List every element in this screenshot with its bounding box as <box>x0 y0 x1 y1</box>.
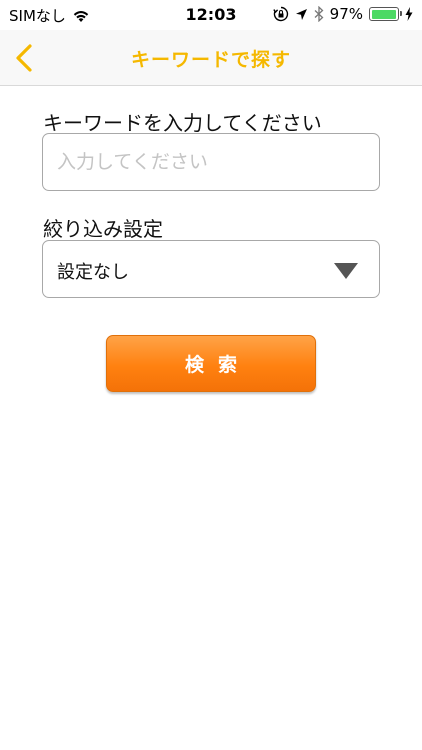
battery-percent: 97% <box>329 5 363 23</box>
search-button-label: 検索 <box>184 354 251 376</box>
keyword-input[interactable] <box>42 133 380 191</box>
charging-icon <box>405 7 413 21</box>
location-icon <box>295 8 308 21</box>
page-title: キーワードで探す <box>130 49 291 71</box>
nav-bar: キーワードで探す <box>0 30 422 86</box>
triangle-down-icon <box>333 262 359 280</box>
battery-level-fill <box>371 9 396 19</box>
keyword-label: キーワードを入力してください <box>43 111 322 135</box>
search-button[interactable]: 検索 <box>106 335 316 392</box>
bluetooth-icon <box>314 6 324 22</box>
filter-select[interactable]: 設定なし <box>42 240 380 298</box>
filter-label: 絞り込み設定 <box>43 217 163 241</box>
battery-icon <box>369 7 402 21</box>
filter-selected-value: 設定なし <box>57 262 129 283</box>
status-bar: SIMなし 12:03 97% <box>0 0 422 30</box>
status-right: 97% <box>272 5 413 23</box>
orientation-lock-icon <box>272 6 289 22</box>
